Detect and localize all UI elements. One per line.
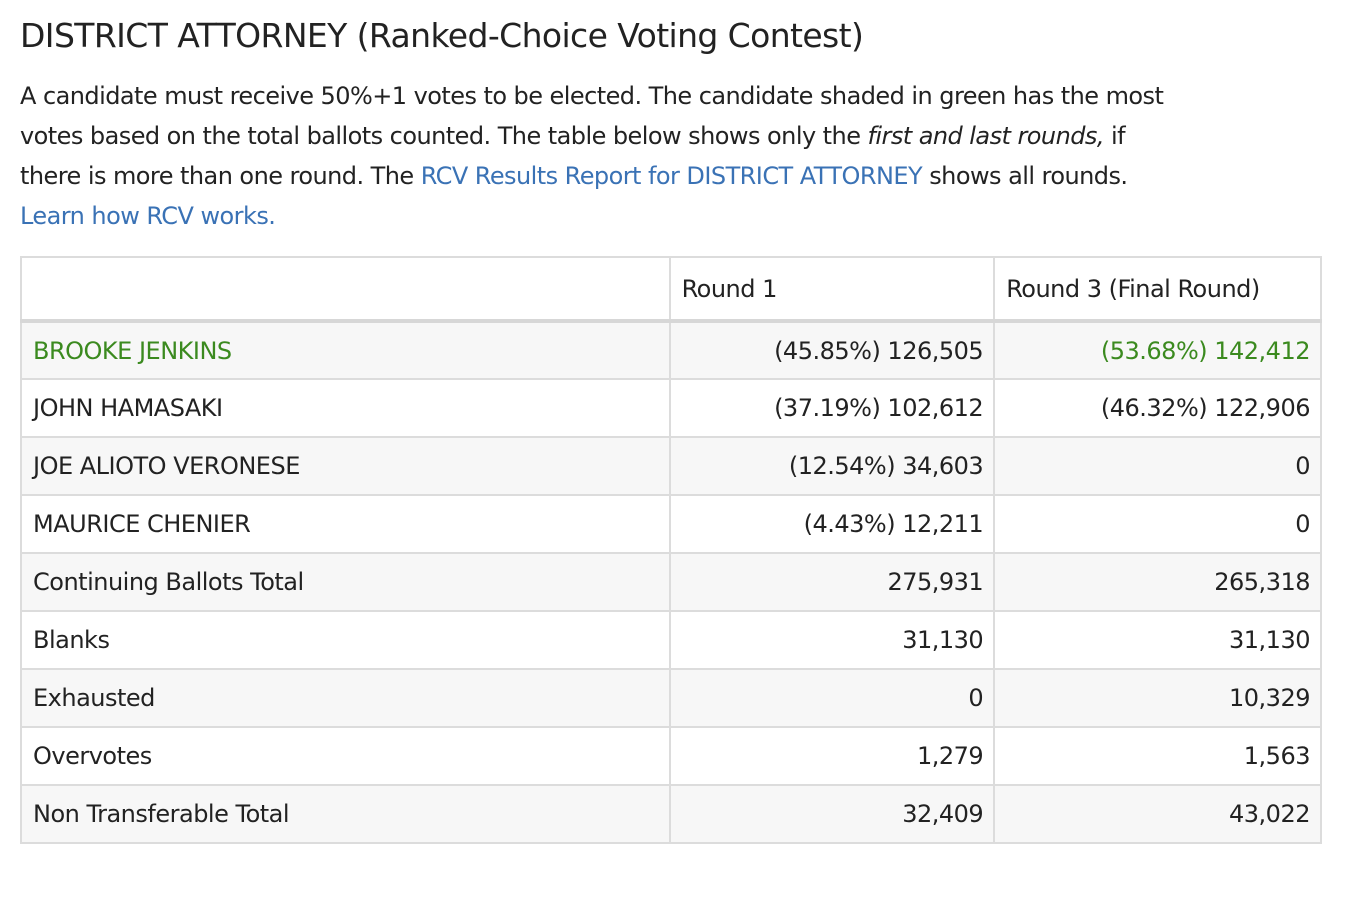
description-text: there is more than one round. The [20,162,421,190]
contest-title: DISTRICT ATTORNEY (Ranked-Choice Voting … [20,16,864,55]
final-round-value: 0 [993,494,1322,554]
table-row: Exhausted 0 10,329 [20,668,1322,728]
round-1-value: (37.19%) 102,612 [668,378,996,438]
row-label: Continuing Ballots Total [20,552,671,612]
final-round-value: 265,318 [993,552,1322,612]
table-row: Continuing Ballots Total 275,931 265,318 [20,552,1322,612]
table-row: Non Transferable Total 32,409 43,022 [20,784,1322,844]
final-round-value: 1,563 [993,726,1322,786]
header-candidate [20,256,671,323]
description-line-3: there is more than one round. The RCV Re… [20,156,1320,196]
description-emphasis: first and last rounds, [867,122,1105,150]
results-table: Round 1 Round 3 (Final Round) BROOKE JEN… [20,256,1322,844]
final-round-value: (46.32%) 122,906 [993,378,1322,438]
row-label: Overvotes [20,726,671,786]
final-round-value: 31,130 [993,610,1322,670]
description-line-1: A candidate must receive 50%+1 votes to … [20,82,1164,110]
round-1-value: 31,130 [668,610,996,670]
table-row: Overvotes 1,279 1,563 [20,726,1322,786]
round-1-value: 275,931 [668,552,996,612]
row-label: JOHN HAMASAKI [20,378,671,438]
description-text: shows all rounds. [922,162,1128,190]
final-round-value: 43,022 [993,784,1322,844]
final-round-value: 0 [993,436,1322,496]
table-row: JOHN HAMASAKI (37.19%) 102,612 (46.32%) … [20,378,1322,438]
table-row: BROOKE JENKINS (45.85%) 126,505 (53.68%)… [20,320,1322,380]
round-1-value: (12.54%) 34,603 [668,436,996,496]
rcv-results-report-link[interactable]: RCV Results Report for DISTRICT ATTORNEY [421,162,923,190]
final-round-value: (53.68%) 142,412 [993,320,1322,380]
round-1-value: (45.85%) 126,505 [668,320,996,380]
round-1-value: (4.43%) 12,211 [668,494,996,554]
row-label: MAURICE CHENIER [20,494,671,554]
results-page: DISTRICT ATTORNEY (Ranked-Choice Voting … [0,0,1346,910]
contest-description: A candidate must receive 50%+1 votes to … [20,76,1320,236]
table-header-row: Round 1 Round 3 (Final Round) [20,256,1322,323]
row-label: BROOKE JENKINS [20,320,671,380]
final-round-value: 10,329 [993,668,1322,728]
row-label: Non Transferable Total [20,784,671,844]
row-label: Blanks [20,610,671,670]
description-line-4: Learn how RCV works. [20,196,1320,236]
description-text: votes based on the total ballots counted… [20,122,868,150]
table-row: MAURICE CHENIER (4.43%) 12,211 0 [20,494,1322,554]
round-1-value: 32,409 [668,784,996,844]
row-label: JOE ALIOTO VERONESE [20,436,671,496]
table-row: JOE ALIOTO VERONESE (12.54%) 34,603 0 [20,436,1322,496]
round-1-value: 0 [668,668,996,728]
learn-how-rcv-works-link[interactable]: Learn how RCV works. [20,202,276,230]
table-row: Blanks 31,130 31,130 [20,610,1322,670]
round-1-value: 1,279 [668,726,996,786]
description-line-2: votes based on the total ballots counted… [20,116,1320,156]
header-final-round: Round 3 (Final Round) [993,256,1322,323]
description-text: if [1103,122,1126,150]
header-round-1: Round 1 [668,256,996,323]
row-label: Exhausted [20,668,671,728]
